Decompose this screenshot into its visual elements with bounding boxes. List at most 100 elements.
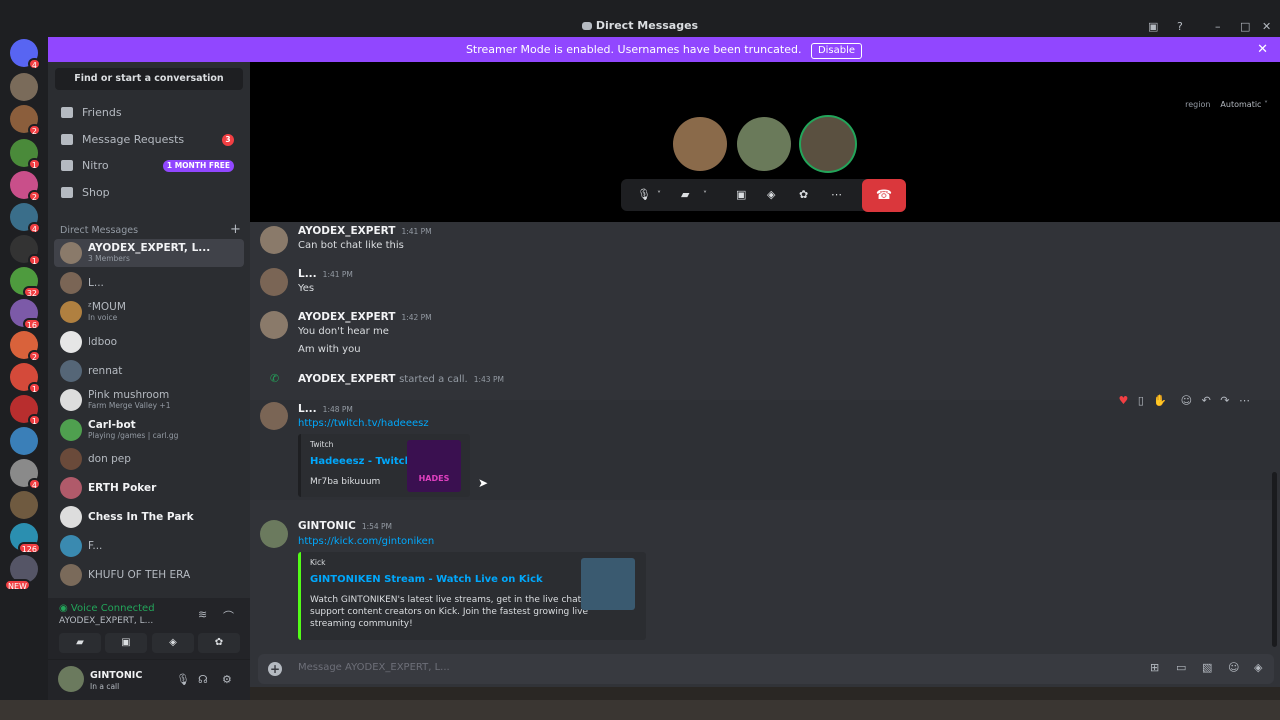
heart-reaction-icon[interactable]: ♥ — [1118, 394, 1128, 407]
chevron-down-icon[interactable]: ˅ — [703, 190, 707, 199]
voice-channel-name[interactable]: AYODEX_EXPERT, L... — [59, 616, 153, 626]
server-icon[interactable] — [10, 491, 38, 519]
close-window-button[interactable]: ✕ — [1262, 20, 1271, 33]
reaction-icon[interactable]: ▯ — [1138, 394, 1144, 407]
nav-nitro[interactable]: Nitro 1 MONTH FREE — [54, 154, 244, 178]
reply-icon[interactable]: ↶ — [1202, 394, 1211, 407]
server-icon[interactable]: 4 — [10, 203, 41, 234]
server-icon[interactable]: 4 — [10, 39, 41, 70]
message-input[interactable]: Message AYODEX_EXPERT, L... — [298, 662, 450, 673]
dm-item[interactable]: don pep — [54, 445, 244, 473]
message-author[interactable]: AYODEX_EXPERT 1:41 PM — [298, 225, 432, 237]
call-participant-avatar[interactable] — [737, 117, 791, 171]
server-icon[interactable]: 32 — [10, 267, 41, 298]
inbox-icon[interactable]: ▣ — [1148, 20, 1158, 33]
message-author[interactable]: L... 1:41 PM — [298, 268, 353, 280]
server-icon[interactable]: 1 — [10, 235, 41, 266]
activity-icon[interactable]: ◈ — [767, 188, 775, 201]
avatar[interactable] — [260, 520, 288, 548]
chevron-down-icon[interactable]: ˅ — [657, 190, 661, 199]
gif-icon[interactable]: ▭ — [1176, 661, 1186, 674]
server-icon[interactable]: 1 — [10, 139, 41, 170]
avatar[interactable] — [260, 268, 288, 296]
attach-plus-icon[interactable]: + — [268, 662, 282, 676]
dm-item[interactable]: Pink mushroom Farm Merge Valley +1 — [54, 386, 244, 414]
server-icon[interactable]: 4 — [10, 459, 41, 490]
noise-suppression-icon[interactable]: ≋ — [198, 608, 207, 621]
message-author[interactable]: GINTONIC 1:54 PM — [298, 520, 392, 532]
create-dm-icon[interactable]: + — [230, 222, 241, 237]
dm-item[interactable]: F... — [54, 532, 244, 560]
server-icon[interactable]: 2 — [10, 331, 41, 362]
disable-streamer-button[interactable]: Disable — [810, 43, 863, 59]
embed-thumbnail[interactable]: HADES — [407, 440, 461, 492]
server-icon[interactable]: 1 — [10, 395, 41, 426]
more-options-icon[interactable]: ⋯ — [831, 188, 842, 201]
help-icon[interactable]: ? — [1177, 20, 1183, 33]
server-icon[interactable]: 2 — [10, 171, 41, 202]
dm-item[interactable]: KHUFU OF TEH ERA — [54, 561, 244, 589]
author-name[interactable]: AYODEX_EXPERT — [298, 373, 395, 385]
server-icon[interactable]: NEW — [4, 555, 38, 591]
hang-up-button[interactable]: ☎ — [862, 179, 906, 212]
camera-off-icon[interactable]: ▰ — [681, 188, 689, 201]
embed-thumbnail[interactable] — [581, 558, 635, 610]
server-icon[interactable]: 126 — [10, 523, 41, 554]
server-icon[interactable]: 1 — [10, 363, 41, 394]
sticker-icon[interactable]: ▧ — [1202, 661, 1212, 674]
scrollbar[interactable] — [1272, 472, 1277, 647]
avatar[interactable] — [58, 666, 84, 692]
server-icon[interactable] — [10, 427, 38, 455]
soundboard-button[interactable]: ✿ — [198, 633, 240, 653]
embed-title[interactable]: Hadeeesz - Twitch — [310, 456, 412, 467]
avatar[interactable] — [260, 402, 288, 430]
settings-gear-icon[interactable]: ⚙ — [222, 673, 232, 686]
call-participant-avatar[interactable] — [673, 117, 727, 171]
call-participant-avatar[interactable] — [801, 117, 855, 171]
nav-message-requests[interactable]: Message Requests 3 — [54, 128, 244, 152]
close-banner-icon[interactable]: ✕ — [1257, 37, 1268, 62]
maximize-button[interactable]: □ — [1240, 20, 1250, 33]
nav-shop[interactable]: Shop — [54, 181, 244, 205]
avatar[interactable] — [260, 226, 288, 254]
emoji-icon[interactable]: ☺ — [1228, 661, 1239, 674]
reaction-icon[interactable]: ✋ — [1153, 394, 1167, 407]
dm-item[interactable]: AYODEX_EXPERT, L... 3 Members — [54, 239, 244, 267]
dm-item[interactable]: ERTH Poker — [54, 474, 244, 502]
server-icon[interactable]: 16 — [10, 299, 41, 330]
server-icon[interactable] — [10, 73, 38, 101]
more-icon[interactable]: ⋯ — [1239, 394, 1250, 407]
microphone-icon[interactable]: 🎙︎ — [176, 673, 190, 686]
embed-provider[interactable]: Kick — [310, 558, 325, 567]
voice-connected-label[interactable]: ◉ Voice Connected — [59, 603, 155, 614]
disconnect-icon[interactable]: ⌒ — [223, 608, 234, 624]
message-link[interactable]: https://kick.com/gintoniken — [298, 536, 434, 547]
dm-item[interactable]: L... — [54, 269, 244, 297]
region-selector[interactable]: region Automatic ˅ — [1185, 100, 1268, 109]
embed-provider[interactable]: Twitch — [310, 440, 333, 449]
soundboard-icon[interactable]: ✿ — [799, 188, 808, 201]
headphones-icon[interactable]: ☊ — [198, 673, 208, 686]
dm-item[interactable]: Carl-bot Playing /games | carl.gg — [54, 416, 244, 444]
add-reaction-icon[interactable]: ☺ — [1181, 394, 1192, 407]
screenshare-button[interactable]: ▣ — [105, 633, 147, 653]
message-author[interactable]: L... 1:48 PM — [298, 403, 353, 415]
minimize-button[interactable]: – — [1215, 20, 1221, 33]
gift-icon[interactable]: ⊞ — [1150, 661, 1159, 674]
microphone-icon[interactable]: 🎙︎ — [637, 188, 651, 201]
embed-title[interactable]: GINTONIKEN Stream - Watch Live on Kick — [310, 574, 543, 585]
avatar[interactable] — [260, 311, 288, 339]
camera-button[interactable]: ▰ — [59, 633, 101, 653]
search-input[interactable]: Find or start a conversation — [55, 68, 243, 90]
dm-item[interactable]: rennat — [54, 357, 244, 385]
dm-item[interactable]: ldboo — [54, 328, 244, 356]
dm-item[interactable]: Chess In The Park — [54, 503, 244, 531]
nav-friends[interactable]: Friends — [54, 101, 244, 125]
server-icon[interactable]: 2 — [10, 105, 41, 136]
screenshare-icon[interactable]: ▣ — [736, 188, 746, 201]
apps-icon[interactable]: ◈ — [1254, 661, 1262, 674]
dm-item[interactable]: ᶻMOUM In voice — [54, 298, 244, 326]
activity-button[interactable]: ◈ — [152, 633, 194, 653]
message-link[interactable]: https://twitch.tv/hadeeesz — [298, 418, 429, 429]
forward-icon[interactable]: ↷ — [1220, 394, 1229, 407]
